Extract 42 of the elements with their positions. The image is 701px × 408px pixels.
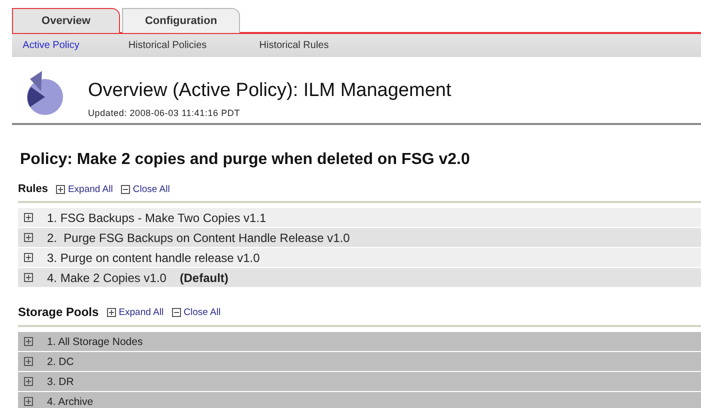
tab[interactable]: Overview <box>12 8 120 33</box>
tab[interactable]: Configuration <box>122 8 240 33</box>
rule-row[interactable]: 2. Purge FSG Backups on Content Handle Release v1.0 <box>18 228 701 247</box>
rule-name: 3. Purge on content handle release v1.0 <box>47 250 260 264</box>
pool-row[interactable]: 3. DR <box>18 372 701 391</box>
expand-icon[interactable] <box>56 184 65 194</box>
pool-name: 3. DR <box>47 376 74 388</box>
close-all-link[interactable]: Close All <box>172 306 221 318</box>
expand-icon[interactable] <box>24 253 33 262</box>
page-title: Overview (Active Policy): ILM Management <box>88 80 452 102</box>
expand-icon[interactable] <box>24 233 33 242</box>
subnav-link[interactable]: Historical Rules <box>245 40 343 51</box>
rule-row[interactable]: 1. FSG Backups - Make Two Copies v1.1 <box>18 208 701 227</box>
rule-name: 4. Make 2 Copies v1.0 (Default) <box>47 270 228 284</box>
pool-row[interactable]: 1. All Storage Nodes <box>18 332 701 351</box>
pool-name: 2. DC <box>47 356 74 368</box>
pool-name: 4. Archive <box>47 396 94 408</box>
expand-icon[interactable] <box>24 273 33 282</box>
rule-row[interactable]: 4. Make 2 Copies v1.0 (Default) <box>18 268 701 287</box>
rule-name: 1. FSG Backups - Make Two Copies v1.1 <box>47 210 266 224</box>
subnav-link[interactable]: Active Policy <box>12 40 90 51</box>
policy-title: Policy: Make 2 copies and purge when deleted on FSG v2.0 <box>20 151 471 169</box>
expand-icon[interactable] <box>24 397 33 406</box>
collapse-icon[interactable] <box>172 308 181 316</box>
pool-row[interactable]: 4. Archive <box>18 392 701 408</box>
updated-time: Updated: 2008-06-03 11:41:16 PDT <box>88 108 242 118</box>
expand-icon[interactable] <box>24 337 33 346</box>
pool-name: 1. All Storage Nodes <box>47 336 143 348</box>
expand-icon[interactable] <box>106 308 116 316</box>
expand-all-link[interactable]: Expand All <box>56 184 113 194</box>
collapse-icon[interactable] <box>120 184 130 194</box>
expand-icon[interactable] <box>24 377 33 386</box>
pool-row[interactable]: 2. DC <box>18 352 701 371</box>
expand-all-link[interactable]: Expand All <box>106 306 164 318</box>
rule-row[interactable]: 3. Purge on content handle release v1.0 <box>18 248 701 267</box>
expand-icon[interactable] <box>24 213 33 222</box>
close-all-link[interactable]: Close All <box>120 184 170 194</box>
section-title: Rules <box>18 183 48 195</box>
section-title: Storage Pools <box>18 305 99 319</box>
rule-name: 2. Purge FSG Backups on Content Handle Release v1.0 <box>47 230 350 244</box>
subnav-link[interactable]: Historical Policies <box>90 40 245 51</box>
expand-icon[interactable] <box>24 357 33 366</box>
